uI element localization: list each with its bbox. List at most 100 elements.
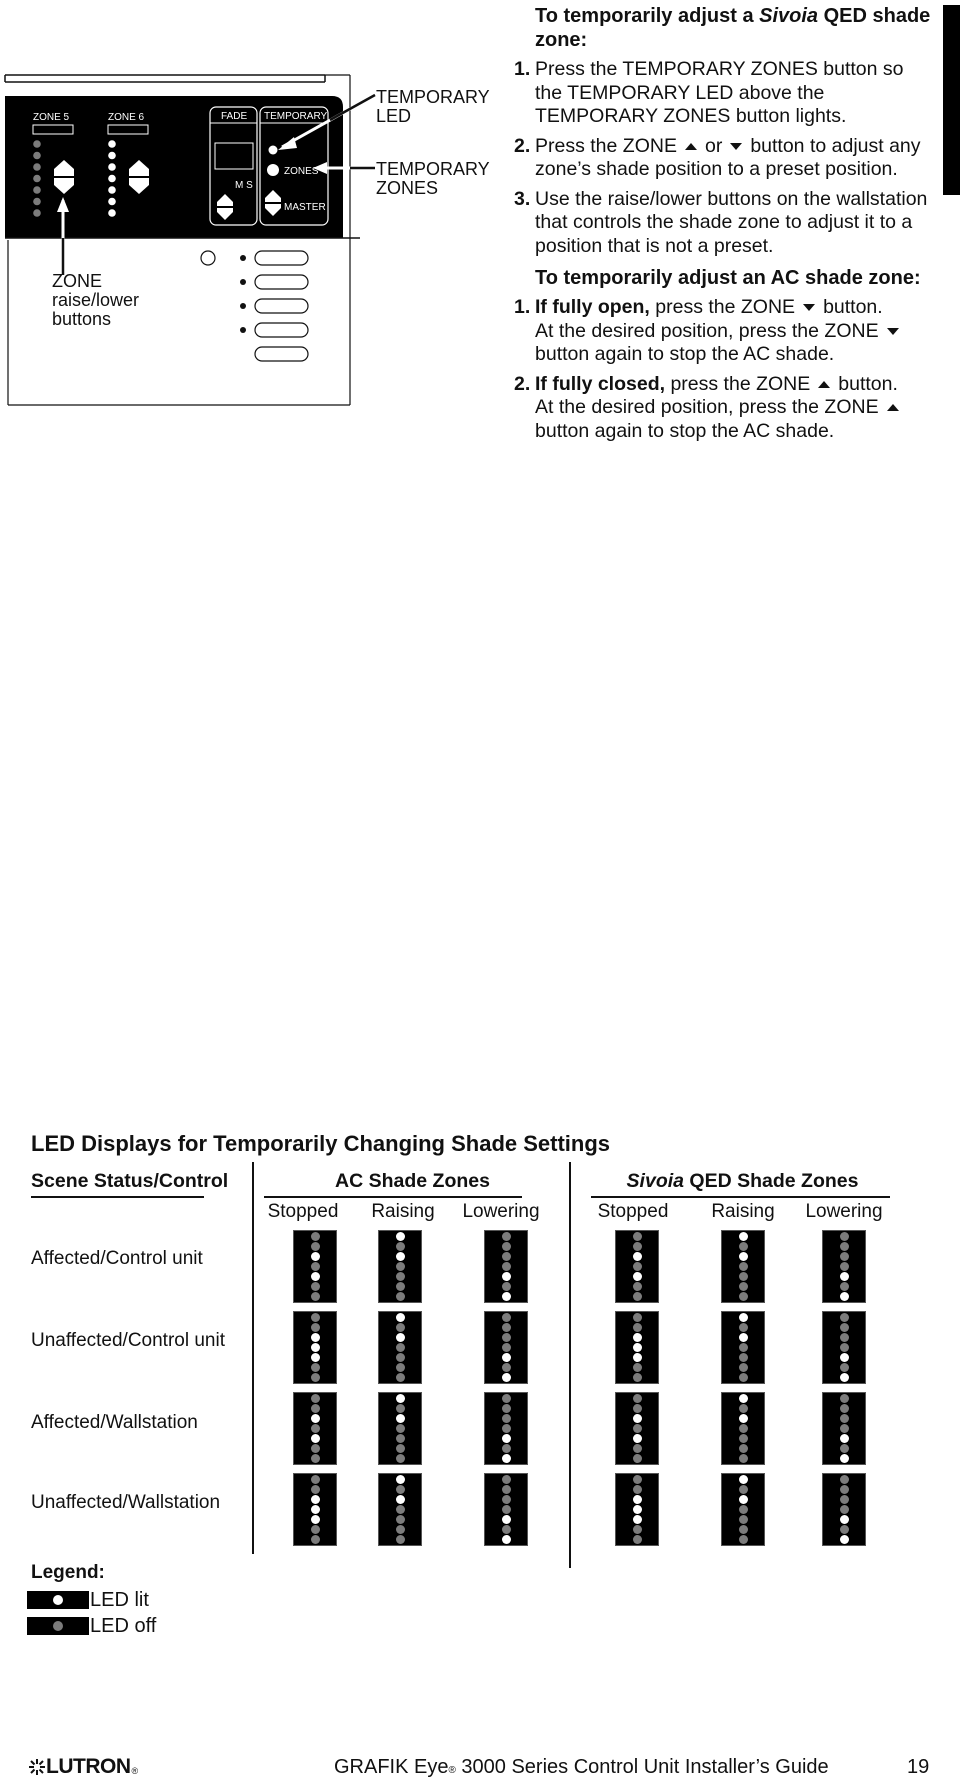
lutron-starburst-icon (29, 1759, 45, 1775)
ac-stopped-led-display (293, 1230, 337, 1303)
led-lit (108, 209, 116, 217)
led-off (501, 1495, 511, 1504)
step-text: If fully closed, press the ZONE button. At… (535, 373, 935, 444)
led-lit (839, 1292, 849, 1301)
ac-lowering-led-display (484, 1230, 528, 1303)
led-lit-icon (53, 1595, 63, 1605)
led-off (839, 1525, 849, 1534)
instructions: To temporarily adjust a Sivoia QED shade… (514, 4, 935, 444)
qed-header-text: QED Shade Zones (684, 1170, 859, 1192)
step-text: Press the TEMPORARY ZONES button so the … (535, 58, 904, 127)
led-off (738, 1525, 748, 1534)
led-off (738, 1444, 748, 1453)
led-off (395, 1535, 405, 1544)
ac-zones-header: AC Shade Zones (335, 1170, 490, 1192)
led-off (632, 1424, 642, 1433)
led-off (501, 1343, 511, 1352)
led-off (395, 1343, 405, 1352)
led-lit (632, 1343, 642, 1352)
led-off (310, 1262, 320, 1271)
led-off (310, 1424, 320, 1433)
led-lit (632, 1414, 642, 1423)
ac-heading: To temporarily adjust an AC shade zone: (535, 267, 921, 289)
led-off (632, 1485, 642, 1494)
led-off (632, 1394, 642, 1403)
ac-stopped-led-display (293, 1392, 337, 1465)
led-off (632, 1292, 642, 1301)
led-lit (310, 1515, 320, 1524)
heading-italic: Sivoia (759, 5, 819, 27)
led-off (839, 1404, 849, 1413)
qed-lowering-led-display (822, 1392, 866, 1465)
led-lit (839, 1272, 849, 1281)
led-lit (632, 1505, 642, 1514)
led-lit (395, 1333, 405, 1342)
minutes-seconds-label: M S (235, 180, 253, 191)
led-off (501, 1404, 511, 1413)
led-off (395, 1353, 405, 1362)
led-off-swatch (27, 1617, 89, 1635)
led-off (839, 1475, 849, 1484)
registered-mark: ® (448, 1765, 456, 1776)
led-off (395, 1505, 405, 1514)
led-off (632, 1525, 642, 1534)
step-text-part: or (704, 134, 723, 157)
qed-stopped-led-display (615, 1230, 659, 1303)
led-lit-swatch (27, 1591, 89, 1609)
row-label: Unaffected/Control unit (31, 1330, 225, 1351)
led-lit (839, 1454, 849, 1463)
temporary-led-callout: TEMPORARY LED (376, 87, 490, 126)
led-off (395, 1262, 405, 1271)
qed-zones-header: Sivoia QED Shade Zones (590, 1170, 895, 1193)
qed-stopped-led-display (615, 1392, 659, 1465)
led-lit (501, 1353, 511, 1362)
led-lit (395, 1313, 405, 1322)
led-off (839, 1282, 849, 1291)
led-off (738, 1373, 748, 1382)
led-off (839, 1252, 849, 1261)
step-text-part: button. (838, 372, 898, 395)
led-off (310, 1313, 320, 1322)
led-lit (108, 186, 116, 194)
led-lit (839, 1353, 849, 1362)
led-off (310, 1404, 320, 1413)
led-off (632, 1373, 642, 1382)
led-off (33, 163, 41, 171)
ac-state-lowering: Lowering (462, 1201, 540, 1222)
led-lit (738, 1475, 748, 1484)
led-off (738, 1242, 748, 1251)
legend-item-off: LED off (27, 1613, 156, 1639)
led-lit (738, 1394, 748, 1403)
qed-header-italic: Sivoia (626, 1170, 684, 1192)
led-lit (395, 1495, 405, 1504)
led-lit (738, 1414, 748, 1423)
ac-raising-led-display (378, 1230, 422, 1303)
led-off (839, 1394, 849, 1403)
led-off (501, 1282, 511, 1291)
led-table-title: LED Displays for Temporarily Changing Sh… (31, 1131, 611, 1156)
sivoia-heading: To temporarily adjust a Sivoia QED shade… (535, 4, 935, 52)
led-off (632, 1313, 642, 1322)
ac-raising-led-display (378, 1473, 422, 1546)
brand-name: LUTRON (46, 1755, 131, 1778)
led-off (310, 1292, 320, 1301)
led-off (395, 1525, 405, 1534)
row-label: Affected/Control unit (31, 1248, 203, 1269)
lutron-logo: LUTRON ® (28, 1755, 138, 1779)
led-off (33, 197, 41, 206)
led-lit (108, 163, 116, 171)
step-text: Press the ZONE or button to adjust any zon… (535, 135, 935, 182)
led-lit (310, 1272, 320, 1281)
led-off (310, 1535, 320, 1544)
led-lit (632, 1515, 642, 1524)
temporary-zones-button (267, 164, 279, 176)
led-lit (501, 1292, 511, 1301)
led-lit (310, 1353, 320, 1362)
led-off (395, 1485, 405, 1494)
led-off (632, 1475, 642, 1484)
sivoia-step-2: 2. Press the ZONE or button to adjust any … (514, 135, 935, 182)
led-lit (310, 1495, 320, 1504)
led-off (839, 1505, 849, 1514)
led-off (395, 1373, 405, 1382)
led-off (395, 1272, 405, 1281)
